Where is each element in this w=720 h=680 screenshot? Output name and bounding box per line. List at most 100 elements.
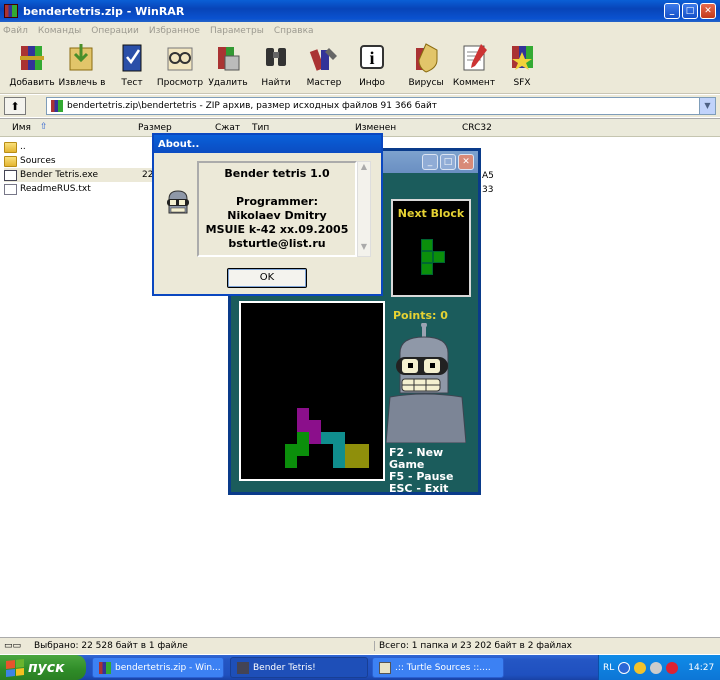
- svg-text:i: i: [369, 48, 374, 68]
- file-row-sources[interactable]: Sources: [4, 154, 56, 168]
- ok-button[interactable]: OK: [227, 268, 307, 288]
- about-email: bsturtle@list.ru: [228, 237, 326, 250]
- column-name[interactable]: Имя: [12, 123, 31, 133]
- system-tray: RL 14:27: [598, 655, 720, 680]
- about-scrollbar[interactable]: ▲ ▼: [357, 161, 371, 257]
- wizard-button[interactable]: Мастер: [300, 39, 348, 93]
- board-cell: [333, 456, 345, 468]
- file-row-parent[interactable]: ..: [4, 140, 26, 154]
- sfx-button[interactable]: SFX: [498, 39, 546, 93]
- minimize-button[interactable]: _: [664, 3, 680, 19]
- bender-image: [385, 322, 467, 444]
- status-selected: Выбрано: 22 528 байт в 1 файле: [34, 641, 188, 651]
- browser-icon: [379, 661, 391, 674]
- board-cell: [357, 444, 369, 456]
- close-button[interactable]: ✕: [700, 3, 716, 19]
- menu-favorites[interactable]: Избранное: [149, 26, 200, 36]
- virus-button[interactable]: Вирусы: [402, 39, 450, 93]
- column-packed[interactable]: Сжат: [215, 123, 240, 133]
- sort-up-icon: ⇧: [40, 122, 48, 132]
- task-turtle-sources[interactable]: .:: Turtle Sources ::....: [372, 657, 504, 678]
- scroll-down-icon[interactable]: ▼: [358, 242, 370, 256]
- crc-value: A5: [482, 171, 494, 181]
- game-maximize-button[interactable]: □: [440, 154, 456, 170]
- board-cell: [297, 408, 309, 420]
- maximize-button[interactable]: □: [682, 3, 698, 19]
- folder-icon: [4, 141, 17, 153]
- about-spacer: [199, 181, 355, 195]
- delete-icon: [213, 42, 243, 74]
- warning-icon[interactable]: [634, 661, 647, 674]
- board-cell: [321, 432, 333, 444]
- info-icon: i: [357, 42, 387, 74]
- about-dialog: About.. Bender tetris 1.0 Programmer: Ni…: [152, 133, 383, 296]
- test-button[interactable]: Тест: [108, 39, 156, 93]
- file-row-bender-tetris-exe[interactable]: Bender Tetris.exe 22: [4, 168, 156, 182]
- next-block-panel: Next Block: [391, 199, 471, 297]
- game-minimize-button[interactable]: _: [422, 154, 438, 170]
- menu-operations[interactable]: Операции: [91, 26, 139, 36]
- chevron-down-icon[interactable]: ▼: [699, 98, 715, 114]
- key-exit: ESC - Exit: [389, 482, 449, 495]
- next-block-cell: [421, 239, 433, 251]
- back-arrow-icon[interactable]: [618, 661, 631, 674]
- path-field[interactable]: bendertetris.zip\bendertetris - ZIP архи…: [46, 97, 716, 115]
- folder-icon: [4, 155, 17, 167]
- key-help: F2 - New Game F5 - Pause ESC - Exit: [389, 447, 478, 495]
- column-crc[interactable]: CRC32: [462, 123, 492, 133]
- about-app-name: Bender tetris 1.0: [224, 167, 330, 180]
- scroll-up-icon[interactable]: ▲: [358, 162, 370, 176]
- menu-help[interactable]: Справка: [274, 26, 314, 36]
- game-close-button[interactable]: ✕: [458, 154, 474, 170]
- next-block-label: Next Block: [397, 207, 465, 220]
- path-text: bendertetris.zip\bendertetris - ZIP архи…: [67, 101, 438, 111]
- board-cell: [297, 444, 309, 456]
- next-block-cell: [421, 263, 433, 275]
- drive-icon: ▭▭: [4, 641, 22, 651]
- task-label: bendertetris.zip - Win...: [115, 662, 221, 673]
- menu-options[interactable]: Параметры: [210, 26, 264, 36]
- virus-icon: [411, 42, 441, 74]
- board-cell: [285, 456, 297, 468]
- up-folder-button[interactable]: ⬆: [4, 97, 26, 115]
- winrar-icon: [4, 4, 18, 18]
- task-winrar[interactable]: bendertetris.zip - Win...: [92, 657, 224, 678]
- board-cell: [345, 456, 357, 468]
- view-button[interactable]: Просмотр: [156, 39, 204, 93]
- file-name: ..: [20, 142, 26, 152]
- start-button[interactable]: пуск: [0, 655, 86, 680]
- column-size[interactable]: Размер: [138, 123, 172, 133]
- board-cell: [333, 432, 345, 444]
- sfx-icon: [507, 42, 537, 74]
- taskbar: пуск bendertetris.zip - Win... Bender Te…: [0, 655, 720, 680]
- winrar-icon: [99, 661, 111, 674]
- menu-commands[interactable]: Команды: [38, 26, 81, 36]
- toolbar: Добавить Извлечь в Тест Просмотр Удалить…: [0, 39, 720, 94]
- info-button[interactable]: i Инфо: [348, 39, 396, 93]
- tetris-board: [239, 301, 385, 481]
- column-type[interactable]: Тип: [252, 123, 269, 133]
- task-bender-tetris[interactable]: Bender Tetris!: [230, 657, 368, 678]
- find-icon: [261, 42, 291, 74]
- board-cell: [333, 444, 345, 456]
- file-row-readme[interactable]: ReadmeRUS.txt: [4, 182, 91, 196]
- delete-button[interactable]: Удалить: [204, 39, 252, 93]
- board-cell: [285, 444, 297, 456]
- add-button[interactable]: Добавить: [8, 39, 56, 93]
- board-cell: [297, 432, 309, 444]
- column-modified[interactable]: Изменен: [355, 123, 396, 133]
- clock[interactable]: 14:27: [688, 663, 714, 673]
- find-button[interactable]: Найти: [252, 39, 300, 93]
- security-icon[interactable]: [666, 661, 679, 674]
- comment-button[interactable]: Коммент: [450, 39, 498, 93]
- menu-file[interactable]: Файл: [3, 26, 28, 36]
- add-archive-icon: [17, 42, 47, 74]
- language-indicator[interactable]: RL: [603, 663, 614, 673]
- exe-file-icon: [4, 169, 17, 181]
- board-cell: [297, 420, 309, 432]
- text-file-icon: [4, 183, 17, 195]
- volume-icon[interactable]: [650, 661, 663, 674]
- board-cell: [345, 444, 357, 456]
- extract-button[interactable]: Извлечь в: [56, 39, 108, 93]
- up-arrow-icon: ⬆: [10, 99, 20, 113]
